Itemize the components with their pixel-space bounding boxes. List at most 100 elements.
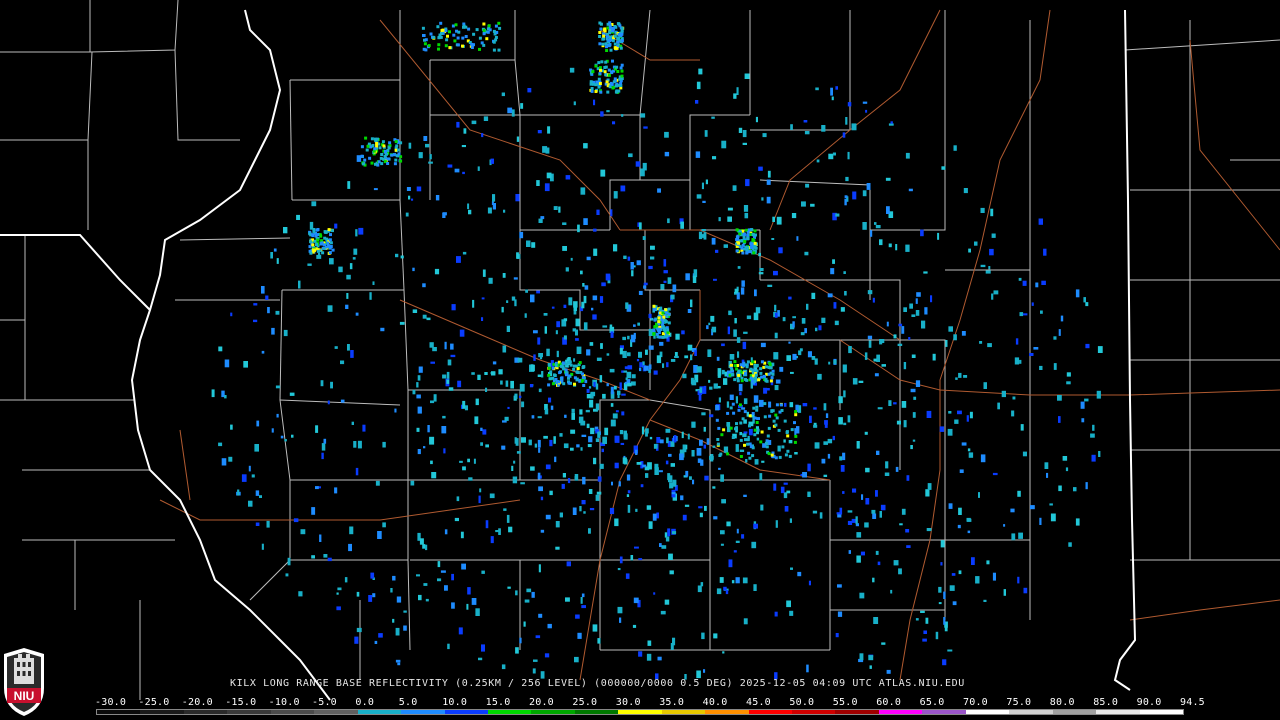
radar-echo	[311, 555, 315, 559]
radar-echo-cluster	[753, 245, 757, 249]
radar-echo-cluster	[654, 324, 658, 328]
radar-echo-cluster	[753, 229, 757, 233]
radar-echo	[648, 521, 653, 529]
radar-echo	[553, 206, 558, 210]
radar-echo	[912, 439, 916, 442]
radar-echo-cluster	[757, 378, 761, 382]
radar-echo-cluster	[373, 147, 377, 151]
radar-echo-cluster	[729, 406, 733, 410]
radar-echo	[649, 436, 653, 440]
radar-echo	[804, 328, 807, 334]
radar-echo-cluster	[658, 308, 662, 312]
radar-echo	[991, 293, 994, 300]
radar-echo	[512, 476, 518, 484]
radar-echo	[947, 428, 953, 436]
radar-echo	[593, 228, 597, 232]
radar-echo	[953, 145, 957, 151]
radar-echo-cluster	[572, 364, 576, 368]
colorbar-label: 90.0	[1136, 697, 1162, 708]
radar-echo	[619, 347, 623, 355]
radar-echo-cluster	[652, 332, 656, 336]
radar-echo	[382, 441, 386, 448]
radar-echo-cluster	[494, 36, 498, 39]
radar-echo	[589, 508, 595, 511]
radar-echo-cluster	[772, 419, 776, 423]
radar-echo	[828, 153, 834, 160]
radar-echo	[726, 521, 731, 527]
radar-echo-cluster	[486, 30, 490, 34]
radar-echo	[589, 342, 594, 346]
radar-echo	[927, 483, 932, 490]
radar-echo	[1092, 424, 1095, 431]
radar-echo	[915, 310, 920, 316]
radar-echo	[695, 100, 699, 104]
radar-echo	[913, 396, 917, 400]
radar-echo-cluster	[445, 38, 449, 42]
radar-echo-cluster	[786, 449, 790, 453]
radar-echo	[966, 517, 971, 522]
radar-echo	[410, 480, 415, 486]
radar-echo	[847, 520, 853, 525]
radar-echo-cluster	[655, 332, 659, 336]
radar-echo	[653, 370, 658, 375]
radar-echo	[980, 264, 986, 268]
radar-echo	[789, 518, 792, 523]
radar-echo	[283, 329, 288, 337]
radar-echo-cluster	[595, 80, 599, 84]
radar-echo	[839, 456, 843, 461]
radar-echo-cluster	[397, 148, 401, 152]
radar-echo	[684, 504, 690, 507]
radar-echo	[832, 152, 836, 156]
radar-echo-cluster	[662, 315, 666, 319]
radar-echo	[689, 476, 692, 480]
radar-echo-cluster	[323, 243, 327, 247]
radar-echo	[957, 410, 962, 415]
radar-echo	[696, 670, 701, 679]
colorbar-segment	[661, 710, 706, 714]
radar-echo-cluster	[457, 30, 461, 34]
radar-echo	[843, 390, 846, 398]
radar-echo	[528, 439, 532, 446]
radar-echo	[692, 479, 695, 485]
radar-echo-cluster	[603, 70, 607, 74]
radar-echo	[504, 416, 509, 421]
radar-echo-cluster	[743, 247, 747, 251]
radar-echo	[729, 354, 735, 360]
radar-echo	[606, 110, 610, 113]
radar-echo	[526, 240, 531, 247]
radar-echo	[736, 528, 739, 534]
radar-echo	[350, 350, 354, 358]
radar-echo-cluster	[316, 249, 320, 253]
highway-line	[579, 290, 701, 681]
radar-echo	[510, 380, 514, 389]
radar-echo	[599, 463, 604, 469]
radar-echo	[656, 355, 662, 364]
radar-echo-cluster	[448, 30, 451, 34]
radar-echo	[848, 346, 852, 354]
radar-echo	[243, 361, 248, 368]
radar-echo-cluster	[752, 251, 756, 255]
radar-echo	[605, 273, 611, 281]
radar-echo	[330, 381, 333, 389]
radar-echo	[352, 257, 356, 260]
radar-echo-cluster	[429, 32, 433, 36]
radar-echo	[704, 475, 709, 481]
radar-echo-cluster	[737, 241, 741, 245]
radar-echo	[824, 424, 828, 428]
radar-echo	[985, 270, 991, 274]
radar-echo	[660, 284, 665, 290]
radar-echo	[506, 300, 509, 303]
radar-echo	[429, 154, 432, 160]
radar-echo	[884, 472, 890, 476]
radar-echo	[997, 402, 1000, 410]
radar-echo	[620, 185, 626, 192]
radar-echo	[823, 474, 828, 477]
radar-echo	[734, 288, 739, 294]
radar-echo	[426, 317, 431, 321]
radar-echo	[451, 602, 455, 609]
radar-echo	[903, 362, 907, 370]
radar-echo-cluster	[394, 140, 398, 144]
county-border	[279, 399, 401, 406]
radar-echo	[807, 463, 811, 472]
radar-echo	[546, 348, 550, 357]
